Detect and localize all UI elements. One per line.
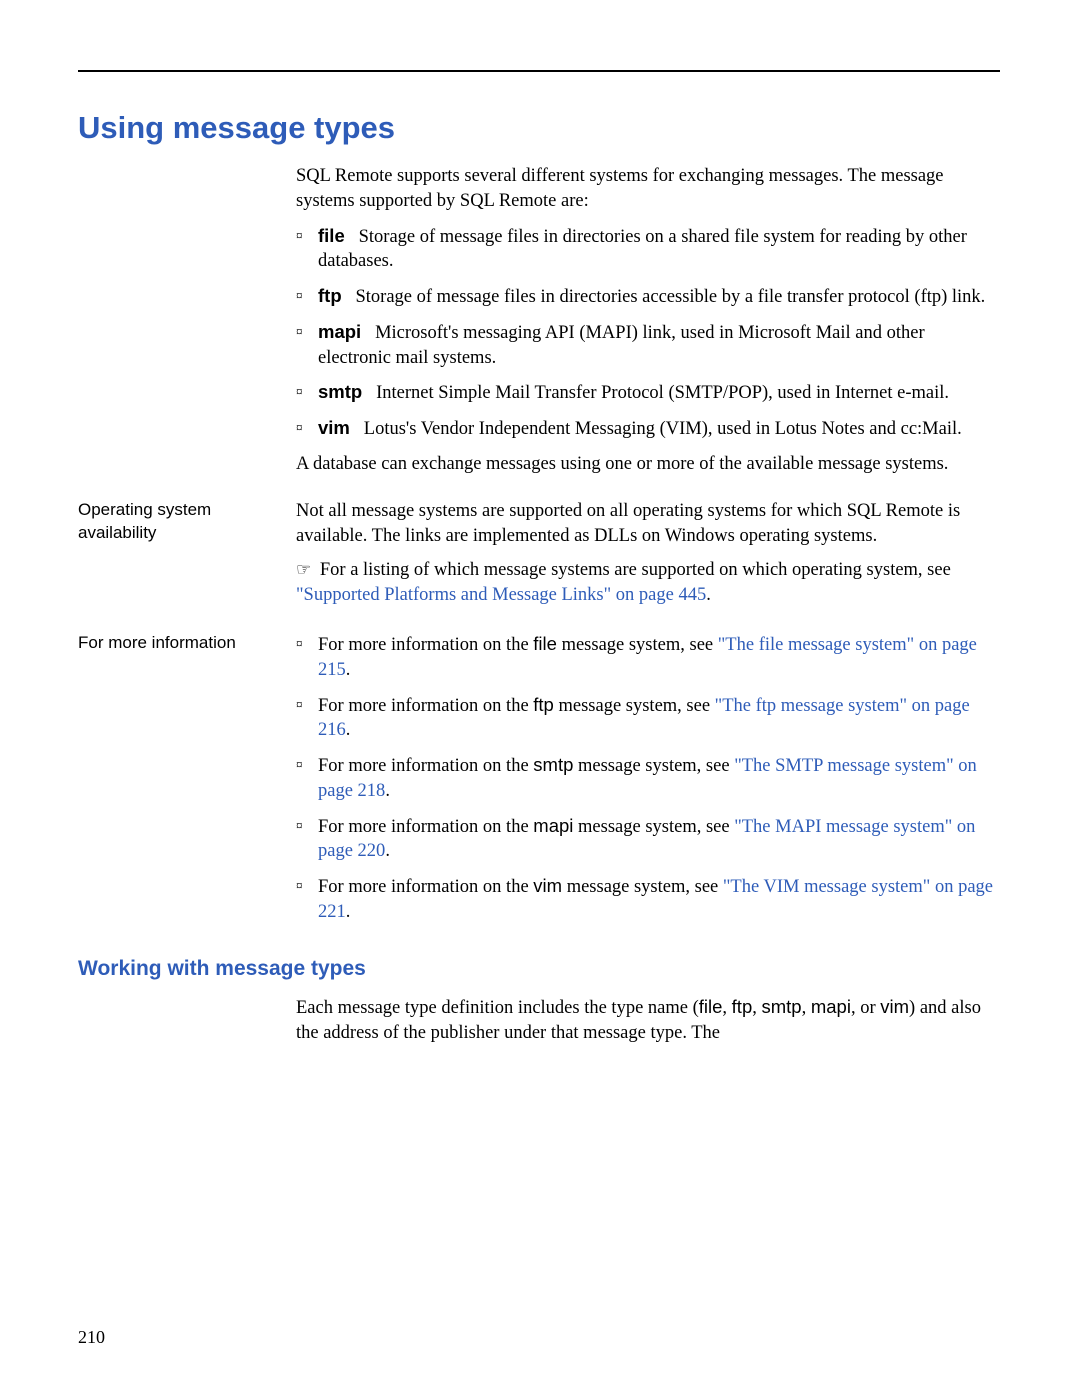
more-info-code: ﬁle [533, 633, 557, 654]
working-row: Each message type definition includes th… [78, 995, 1000, 1056]
more-info-prefix: For more information on the [318, 756, 533, 776]
note-prefix: For a listing of which message systems a… [320, 560, 951, 580]
os-availability-text: Not all message systems are supported on… [296, 499, 1000, 549]
more-info-code: vim [533, 875, 562, 896]
xref-supported-platforms[interactable]: "Supported Platforms and Message Links" … [296, 585, 706, 605]
subheading: Working with message types [78, 955, 1000, 983]
bullet-icon: ¤ [296, 224, 318, 275]
type-vim: vim [880, 996, 909, 1017]
more-info-item: ¤For more information on the smtp messag… [296, 753, 1000, 804]
more-info-suffix: . [385, 781, 390, 801]
after-types-text: A database can exchange messages using o… [296, 452, 1000, 477]
more-info-code: ftp [533, 694, 554, 715]
more-info-mid: message system, see [557, 635, 718, 655]
working-t1: Each message type definition includes th… [296, 998, 699, 1018]
bullet-icon: ¤ [296, 284, 318, 310]
more-info-mid: message system, see [573, 817, 734, 837]
os-availability-body: Not all message systems are supported on… [296, 499, 1000, 620]
more-info-suffix: . [346, 720, 351, 740]
type-name: file [318, 225, 345, 246]
bullet-icon: ¤ [296, 632, 318, 683]
working-text: Each message type definition includes th… [296, 995, 1000, 1046]
more-info-prefix: For more information on the [318, 635, 533, 655]
working-t2: , or [851, 998, 880, 1018]
type-ftp: ftp [732, 996, 753, 1017]
message-type-item: ¤file Storage of message files in direct… [296, 224, 1000, 275]
type-name: ftp [318, 285, 342, 306]
type-name: smtp [318, 381, 362, 402]
bullet-body: ftp Storage of message files in director… [318, 284, 1000, 310]
page-title: Using message types [78, 110, 1000, 146]
message-type-item: ¤mapi Microsoft's messaging API (MAPI) l… [296, 320, 1000, 371]
working-body: Each message type definition includes th… [296, 995, 1000, 1056]
type-name: vim [318, 417, 350, 438]
more-info-suffix: . [346, 902, 351, 922]
more-info-prefix: For more information on the [318, 817, 533, 837]
message-type-item: ¤ftp Storage of message files in directo… [296, 284, 1000, 310]
bullet-body: For more information on the ftp message … [318, 693, 1000, 744]
side-label-empty [78, 164, 296, 487]
type-mapi: mapi [811, 996, 851, 1017]
message-type-item: ¤vim Lotus's Vendor Independent Messagin… [296, 416, 1000, 442]
more-info-suffix: . [346, 660, 351, 680]
more-info-label: For more information [78, 632, 296, 935]
more-info-mid: message system, see [554, 696, 715, 716]
intro-row: SQL Remote supports several different sy… [78, 164, 1000, 487]
bullet-icon: ¤ [296, 693, 318, 744]
type-name: mapi [318, 321, 361, 342]
bullet-icon: ¤ [296, 416, 318, 442]
bullet-body: mapi Microsoft's messaging API (MAPI) li… [318, 320, 1000, 371]
note-paragraph: ☞ For a listing of which message systems… [296, 558, 1000, 608]
sep2: , [752, 998, 761, 1018]
type-desc: Internet Simple Mail Transfer Protocol (… [362, 383, 949, 403]
more-info-code: mapi [533, 815, 573, 836]
bullet-body: For more information on the ﬁle message … [318, 632, 1000, 683]
type-smtp: smtp [762, 996, 802, 1017]
intro-body: SQL Remote supports several different sy… [296, 164, 1000, 487]
note-suffix: . [706, 585, 711, 605]
sep1: , [722, 998, 731, 1018]
message-type-item: ¤smtp Internet Simple Mail Transfer Prot… [296, 380, 1000, 406]
bullet-icon: ¤ [296, 320, 318, 371]
bullet-body: smtp Internet Simple Mail Transfer Proto… [318, 380, 1000, 406]
os-availability-label: Operating system availability [78, 499, 296, 620]
pointing-hand-icon: ☞ [296, 560, 311, 579]
more-info-item: ¤For more information on the ftp message… [296, 693, 1000, 744]
bullet-body: vim Lotus's Vendor Independent Messaging… [318, 416, 1000, 442]
type-desc: Storage of message files in directories … [318, 227, 967, 272]
bullet-icon: ¤ [296, 380, 318, 406]
type-file: ﬁle [699, 996, 723, 1017]
message-types-list: ¤file Storage of message files in direct… [296, 224, 1000, 442]
more-info-suffix: . [385, 841, 390, 861]
more-info-prefix: For more information on the [318, 696, 533, 716]
bullet-icon: ¤ [296, 753, 318, 804]
more-info-item: ¤For more information on the ﬁle message… [296, 632, 1000, 683]
more-info-row: For more information ¤For more informati… [78, 632, 1000, 935]
bullet-icon: ¤ [296, 874, 318, 925]
more-info-mid: message system, see [573, 756, 734, 776]
page-number: 210 [78, 1327, 105, 1348]
page: Using message types SQL Remote supports … [0, 0, 1080, 1388]
more-info-prefix: For more information on the [318, 877, 533, 897]
intro-text: SQL Remote supports several different sy… [296, 164, 1000, 214]
type-desc: Lotus's Vendor Independent Messaging (VI… [350, 419, 962, 439]
side-label-empty-2 [78, 995, 296, 1056]
os-availability-row: Operating system availability Not all me… [78, 499, 1000, 620]
bullet-body: file Storage of message files in directo… [318, 224, 1000, 275]
more-info-mid: message system, see [562, 877, 723, 897]
more-info-code: smtp [533, 754, 573, 775]
bullet-body: For more information on the vim message … [318, 874, 1000, 925]
more-info-list: ¤For more information on the ﬁle message… [296, 632, 1000, 925]
bullet-icon: ¤ [296, 814, 318, 865]
more-info-item: ¤For more information on the vim message… [296, 874, 1000, 925]
more-info-body: ¤For more information on the ﬁle message… [296, 632, 1000, 935]
type-desc: Microsoft's messaging API (MAPI) link, u… [318, 323, 925, 368]
top-rule [78, 70, 1000, 72]
more-info-item: ¤For more information on the mapi messag… [296, 814, 1000, 865]
bullet-body: For more information on the mapi message… [318, 814, 1000, 865]
type-desc: Storage of message files in directories … [342, 287, 986, 307]
bullet-body: For more information on the smtp message… [318, 753, 1000, 804]
content-area: SQL Remote supports several different sy… [78, 164, 1000, 1055]
sep3: , [802, 998, 811, 1018]
